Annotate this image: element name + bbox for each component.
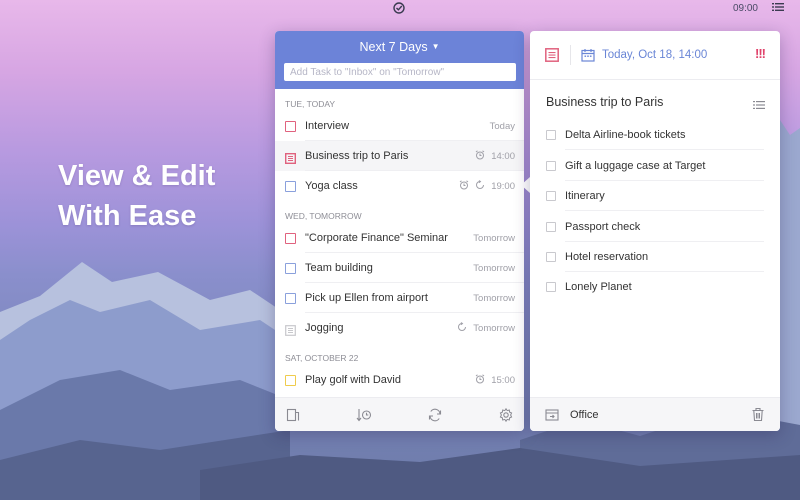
task-date: Today — [489, 120, 515, 132]
group-label-tomorrow: WED, TOMORROW — [285, 211, 362, 221]
checklist-item[interactable]: Itinerary — [546, 181, 764, 211]
task-row[interactable]: "Corporate Finance" Seminar Tomorrow — [275, 223, 524, 253]
checklist-item[interactable]: Passport check — [546, 212, 764, 242]
note-checkbox-icon[interactable] — [284, 151, 297, 164]
task-row[interactable]: Pick up Ellen from airport Tomorrow — [275, 283, 524, 313]
task-time: 15:00 — [491, 374, 515, 386]
sort-time-icon[interactable] — [356, 407, 372, 423]
checklist-checkbox[interactable] — [546, 161, 556, 171]
alarm-icon — [475, 373, 485, 387]
task-row[interactable]: Play golf with David 15:00 — [275, 365, 524, 395]
trash-icon[interactable] — [751, 407, 765, 427]
task-title: "Corporate Finance" Seminar — [305, 232, 448, 244]
task-checkbox[interactable] — [285, 262, 296, 274]
checklist-item[interactable]: Gift a luggage case at Target — [546, 151, 764, 181]
task-checkbox[interactable] — [285, 374, 296, 386]
task-title: Yoga class — [305, 180, 358, 192]
menu-list-icon[interactable] — [772, 2, 784, 15]
sync-icon[interactable] — [427, 407, 443, 423]
checklist-toggle-icon[interactable] — [753, 97, 765, 115]
task-time: 14:00 — [491, 150, 515, 162]
list-selector[interactable]: Next 7 Days ▼ — [275, 40, 524, 54]
settings-icon[interactable] — [498, 407, 514, 423]
checklist-item[interactable]: Hotel reservation — [546, 242, 764, 272]
task-row[interactable]: Interview Today — [275, 111, 524, 141]
group-label-today: TUE, TODAY — [285, 99, 336, 109]
note-checkbox-icon[interactable] — [285, 323, 296, 336]
calendar-icon[interactable] — [581, 48, 595, 67]
hero-line-2: With Ease — [58, 200, 197, 232]
caret-down-icon: ▼ — [431, 42, 440, 51]
task-date: Tomorrow — [473, 322, 515, 334]
task-checkbox[interactable] — [285, 180, 296, 192]
repeat-icon — [457, 321, 467, 335]
checklist-item-text: Hotel reservation — [565, 251, 649, 263]
add-task-input[interactable] — [284, 63, 516, 81]
task-time: 19:00 — [491, 180, 515, 192]
checklist-item-text: Passport check — [565, 221, 641, 233]
detail-toolbar: Today, Oct 18, 14:00 !!! — [530, 31, 780, 80]
checklist-item-text: Delta Airline-book tickets — [565, 129, 686, 141]
move-to-list-icon[interactable] — [545, 408, 559, 427]
task-row[interactable]: Jogging Tomorrow — [275, 313, 524, 343]
checklist-checkbox[interactable] — [546, 222, 556, 232]
checklist-item-text: Gift a luggage case at Target — [565, 160, 706, 172]
task-title: Play golf with David — [305, 374, 401, 386]
clipboard-icon[interactable] — [285, 407, 301, 423]
task-date: Tomorrow — [473, 262, 515, 274]
repeat-icon — [475, 179, 485, 193]
task-list-header: Next 7 Days ▼ — [275, 31, 524, 89]
checklist-checkbox[interactable] — [546, 282, 556, 292]
checklist-item-text: Lonely Planet — [565, 281, 632, 293]
task-detail-title[interactable]: Business trip to Paris — [546, 95, 663, 109]
checklist-checkbox[interactable] — [546, 252, 556, 262]
checklist-item[interactable]: Delta Airline-book tickets — [546, 120, 764, 150]
checklist-checkbox[interactable] — [546, 191, 556, 201]
task-detail-panel: Today, Oct 18, 14:00 !!! Business trip t… — [530, 31, 780, 431]
task-list-panel: Next 7 Days▼ TUE, TODAY Interview Today … — [275, 31, 524, 431]
toolbar-divider — [570, 45, 571, 65]
task-list-name[interactable]: Office — [570, 409, 599, 421]
list-title: Next 7 Days — [359, 40, 428, 54]
hero-heading: View & Edit With Ease — [58, 156, 215, 236]
task-row[interactable]: Team building Tomorrow — [275, 253, 524, 283]
alarm-icon — [475, 149, 485, 163]
check-circle-icon[interactable] — [393, 2, 405, 17]
task-title: Jogging — [305, 322, 344, 334]
task-list-footer — [275, 397, 524, 431]
task-list: TUE, TODAY Interview Today Business trip… — [275, 89, 524, 397]
clock-time: 09:00 — [732, 2, 758, 14]
alarm-icon — [459, 179, 469, 193]
group-label-saturday: SAT, OCTOBER 22 — [285, 353, 359, 363]
due-date-button[interactable]: Today, Oct 18, 14:00 — [602, 49, 707, 61]
hero-line-1: View & Edit — [58, 160, 216, 192]
checklist-item[interactable]: Lonely Planet — [546, 272, 764, 302]
task-checkbox[interactable] — [285, 120, 296, 132]
task-row-selected[interactable]: Business trip to Paris 14:00 — [275, 141, 524, 171]
task-date: Tomorrow — [473, 232, 515, 244]
menu-bar: 09:00 — [0, 0, 800, 16]
task-detail-footer: Office — [530, 397, 780, 431]
checklist-checkbox[interactable] — [546, 130, 556, 140]
task-title: Business trip to Paris — [305, 150, 409, 162]
task-checkbox[interactable] — [285, 292, 296, 304]
task-checkbox[interactable] — [285, 232, 296, 244]
task-title: Team building — [305, 262, 373, 274]
priority-flag[interactable]: !!! — [755, 46, 766, 61]
popover-pointer — [521, 177, 530, 193]
task-date: Tomorrow — [473, 292, 515, 304]
task-title: Pick up Ellen from airport — [305, 292, 428, 304]
checklist-item-text: Itinerary — [565, 190, 605, 202]
task-title: Interview — [305, 120, 350, 132]
note-checkbox-icon[interactable] — [545, 48, 559, 67]
task-row[interactable]: Yoga class 19:00 — [275, 171, 524, 201]
